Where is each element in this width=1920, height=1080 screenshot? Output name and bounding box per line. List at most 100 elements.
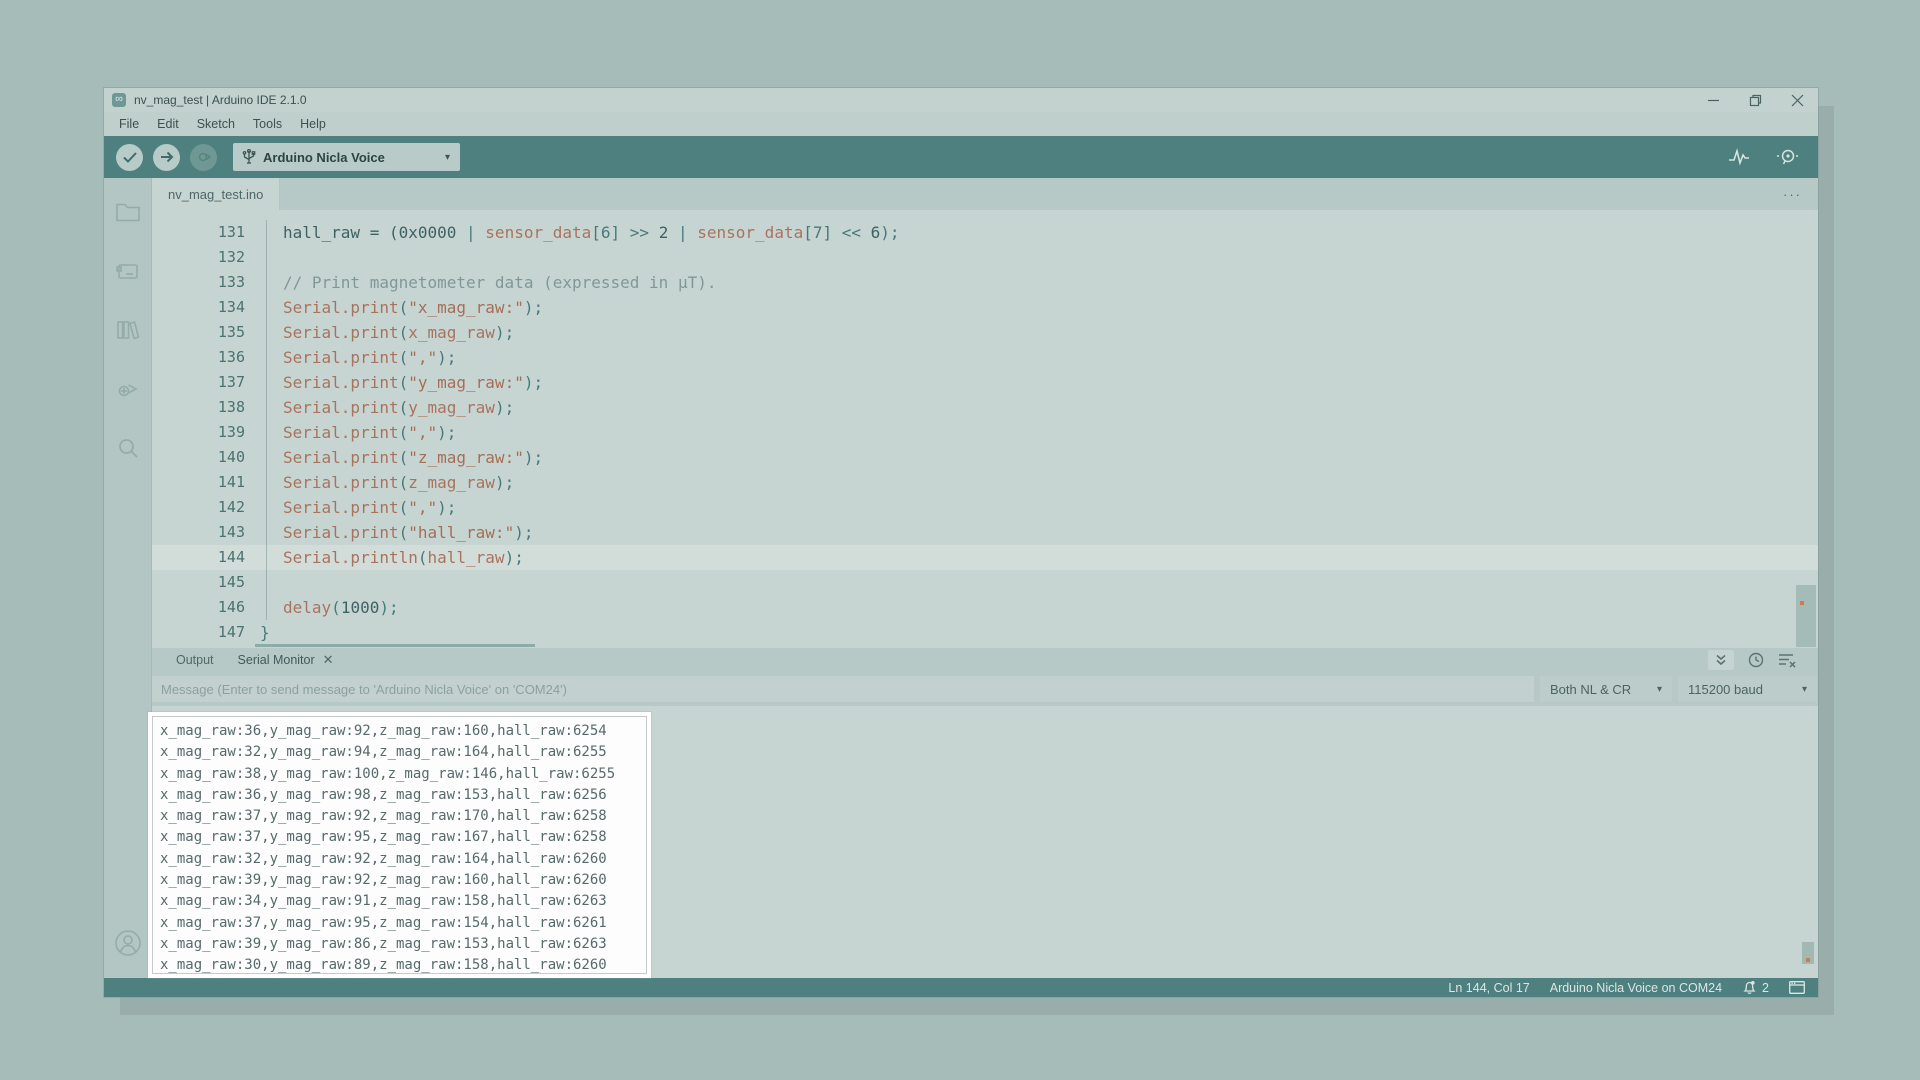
serial-output-line: x_mag_raw:32,y_mag_raw:92,z_mag_raw:164,… (160, 849, 639, 870)
indent-guide (266, 320, 267, 345)
serial-output-line: x_mag_raw:37,y_mag_raw:95,z_mag_raw:154,… (160, 913, 639, 934)
line-number: 138 (152, 395, 245, 420)
menu-file[interactable]: File (110, 117, 148, 131)
code-editor[interactable]: 131hall_raw = (0x0000 | sensor_data[6] >… (152, 210, 1818, 648)
code-line: 133// Print magnetometer data (expressed… (152, 270, 1818, 295)
code-line: 140Serial.print("z_mag_raw:"); (152, 445, 1818, 470)
horizontal-scrollbar[interactable] (255, 644, 535, 647)
toggle-panel-icon[interactable] (1789, 981, 1805, 994)
serial-monitor-icon[interactable] (1776, 148, 1800, 166)
serial-message-row: Both NL & CR ▾ 115200 baud ▾ (152, 672, 1818, 706)
serial-output-line: x_mag_raw:37,y_mag_raw:92,z_mag_raw:170,… (160, 806, 639, 827)
arduino-app-icon: ∞ (112, 93, 126, 107)
line-number: 145 (152, 570, 245, 595)
tab-more-actions[interactable]: ··· (1783, 187, 1818, 202)
autoscroll-toggle[interactable] (1708, 650, 1734, 670)
indent-guide (266, 545, 267, 570)
indent-guide (266, 370, 267, 395)
chevron-down-icon: ▾ (1802, 684, 1807, 695)
editor-tab-bar: nv_mag_test.ino ··· (152, 178, 1818, 210)
panel-tab-bar: Output Serial Monitor ✕ (152, 648, 1818, 672)
line-number: 143 (152, 520, 245, 545)
code-line: 131hall_raw = (0x0000 | sensor_data[6] >… (152, 220, 1818, 245)
verify-button[interactable] (116, 144, 143, 171)
serial-plotter-icon[interactable] (1728, 148, 1750, 166)
menu-edit[interactable]: Edit (148, 117, 188, 131)
sketchbook-folder-icon[interactable] (104, 188, 152, 236)
clear-output-icon[interactable] (1778, 653, 1796, 667)
serial-monitor-output: x_mag_raw:36,y_mag_raw:92,z_mag_raw:160,… (152, 716, 647, 974)
code-line: 136Serial.print(","); (152, 345, 1818, 370)
serial-output-line: x_mag_raw:32,y_mag_raw:94,z_mag_raw:164,… (160, 742, 639, 763)
indent-guide (266, 295, 267, 320)
serial-message-input[interactable] (152, 676, 1534, 702)
indent-guide (266, 245, 267, 270)
boards-manager-icon[interactable] (104, 247, 152, 295)
restore-button[interactable] (1734, 88, 1776, 112)
library-manager-icon[interactable] (104, 306, 152, 354)
notification-count: 2 (1762, 981, 1769, 995)
bell-icon (1742, 980, 1757, 995)
indent-guide (266, 345, 267, 370)
editor-scrollbar-thumb[interactable] (1796, 585, 1816, 647)
line-number: 147 (152, 620, 245, 645)
menu-tools[interactable]: Tools (244, 117, 291, 131)
account-icon[interactable] (104, 919, 152, 967)
tab-output[interactable]: Output (164, 648, 226, 672)
chevron-down-icon: ▾ (1657, 684, 1662, 695)
indent-guide (266, 420, 267, 445)
notifications[interactable]: 2 (1742, 980, 1769, 995)
window-title: nv_mag_test | Arduino IDE 2.1.0 (134, 93, 307, 107)
line-number: 135 (152, 320, 245, 345)
cursor-position[interactable]: Ln 144, Col 17 (1448, 981, 1529, 995)
line-number: 141 (152, 470, 245, 495)
code-line: 135Serial.print(x_mag_raw); (152, 320, 1818, 345)
indent-guide (266, 570, 267, 595)
line-number: 131 (152, 220, 245, 245)
close-tab-icon[interactable]: ✕ (323, 652, 334, 668)
line-number: 140 (152, 445, 245, 470)
code-line: 145 (152, 570, 1818, 595)
code-line: 147} (152, 620, 1818, 645)
toolbar: Arduino Nicla Voice ▾ (104, 136, 1818, 178)
code-line: 137Serial.print("y_mag_raw:"); (152, 370, 1818, 395)
indent-guide (266, 495, 267, 520)
usb-icon (243, 149, 255, 165)
serial-output-line: x_mag_raw:30,y_mag_raw:89,z_mag_raw:158,… (160, 955, 639, 974)
tab-serial-monitor[interactable]: Serial Monitor ✕ (226, 648, 346, 672)
baud-rate-select[interactable]: 115200 baud ▾ (1678, 676, 1817, 702)
code-line: 141Serial.print(z_mag_raw); (152, 470, 1818, 495)
indent-guide (266, 595, 267, 620)
menu-bar: FileEditSketchToolsHelp (104, 112, 1818, 136)
search-icon[interactable] (104, 424, 152, 472)
menu-sketch[interactable]: Sketch (188, 117, 244, 131)
line-number: 142 (152, 495, 245, 520)
menu-help[interactable]: Help (291, 117, 335, 131)
board-port-status[interactable]: Arduino Nicla Voice on COM24 (1550, 981, 1722, 995)
code-line: 139Serial.print(","); (152, 420, 1818, 445)
upload-button[interactable] (153, 144, 180, 171)
timestamp-toggle-icon[interactable] (1748, 652, 1764, 668)
tab-nv-mag-test-ino[interactable]: nv_mag_test.ino (152, 178, 280, 210)
close-button[interactable] (1776, 88, 1818, 112)
serial-output-line: x_mag_raw:34,y_mag_raw:91,z_mag_raw:158,… (160, 891, 639, 912)
serial-output-line: x_mag_raw:39,y_mag_raw:92,z_mag_raw:160,… (160, 870, 639, 891)
board-selector[interactable]: Arduino Nicla Voice ▾ (233, 143, 460, 171)
code-line: 143Serial.print("hall_raw:"); (152, 520, 1818, 545)
serial-scrollbar-thumb[interactable] (1802, 942, 1814, 964)
line-number: 146 (152, 595, 245, 620)
line-number: 139 (152, 420, 245, 445)
indent-guide (266, 270, 267, 295)
debug-panel-icon[interactable] (104, 365, 152, 413)
minimize-button[interactable] (1692, 88, 1734, 112)
line-number: 137 (152, 370, 245, 395)
line-ending-select[interactable]: Both NL & CR ▾ (1540, 676, 1672, 702)
activity-bar (104, 178, 152, 978)
serial-output-line: x_mag_raw:39,y_mag_raw:86,z_mag_raw:153,… (160, 934, 639, 955)
debug-button[interactable] (190, 144, 217, 171)
indent-guide (266, 220, 267, 245)
highlight-annotation-box: x_mag_raw:36,y_mag_raw:92,z_mag_raw:160,… (148, 712, 651, 978)
serial-output-line: x_mag_raw:36,y_mag_raw:92,z_mag_raw:160,… (160, 721, 639, 742)
status-bar: Ln 144, Col 17 Arduino Nicla Voice on CO… (104, 978, 1818, 997)
line-number: 134 (152, 295, 245, 320)
